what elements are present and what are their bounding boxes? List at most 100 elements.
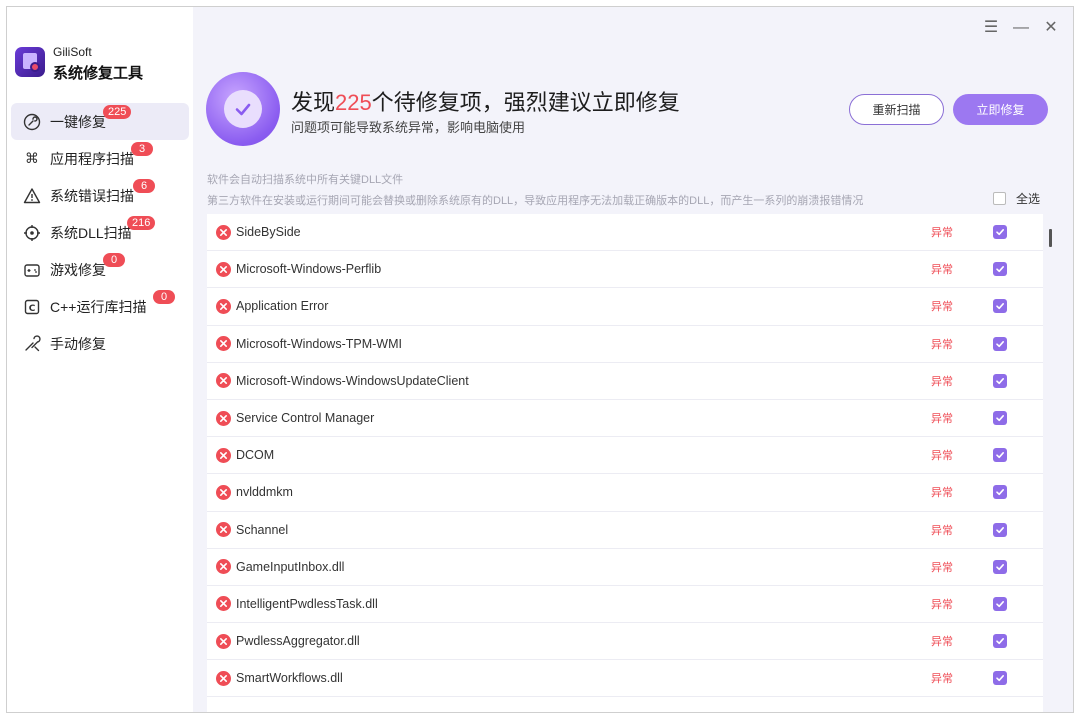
status-badge: 异常 [931, 487, 953, 500]
table-row[interactable]: Service Control Manager 异常 [207, 400, 1043, 438]
tools-icon [23, 334, 41, 353]
status-badge: 异常 [931, 264, 953, 277]
item-checkbox[interactable] [993, 634, 1007, 649]
sidebar-item-game-repair[interactable]: 游戏修复 0 [11, 251, 189, 288]
select-all-checkbox[interactable]: 全选 [993, 190, 1040, 207]
sidebar-item-label: 应用程序扫描 [50, 150, 134, 167]
table-row[interactable]: PwdlessAggregator.dll 异常 [207, 623, 1043, 661]
item-checkbox[interactable] [993, 373, 1007, 388]
status-badge: 异常 [931, 561, 953, 574]
status-badge: 异常 [931, 673, 953, 686]
item-name: Schannel [236, 522, 289, 537]
status-badge: 异常 [931, 375, 953, 388]
sidebar-nav: 一键修复 225 ⌘ 应用程序扫描 3 系统错误扫描 6 系统DLL扫描 216… [11, 103, 189, 362]
count-badge: 3 [131, 142, 153, 156]
target-icon [23, 224, 41, 242]
error-icon [216, 484, 231, 500]
item-checkbox[interactable] [993, 671, 1007, 686]
item-checkbox[interactable] [993, 596, 1007, 611]
count-badge: 0 [153, 290, 175, 304]
sidebar-item-dll-scan[interactable]: 系统DLL扫描 216 [11, 214, 189, 251]
status-badge: 异常 [931, 598, 953, 611]
item-checkbox[interactable] [993, 299, 1007, 314]
minimize-icon[interactable]: — [1013, 19, 1029, 37]
rescan-button[interactable]: 重新扫描 [849, 94, 944, 125]
sidebar-item-label: 一键修复 [50, 113, 106, 130]
svg-text:C: C [29, 303, 36, 313]
status-badge: 异常 [931, 524, 953, 537]
item-checkbox[interactable] [993, 559, 1007, 574]
item-checkbox[interactable] [993, 448, 1007, 463]
sidebar-item-one-click-repair[interactable]: 一键修复 225 [11, 103, 189, 140]
error-icon [216, 596, 231, 612]
item-name: GameInputInbox.dll [236, 559, 345, 574]
scrollbar[interactable] [1049, 229, 1052, 247]
brand: GiliSoft 系统修复工具 [15, 45, 191, 85]
gamepad-icon [23, 261, 41, 279]
error-icon [216, 261, 231, 277]
item-checkbox[interactable] [993, 262, 1007, 277]
sidebar-item-manual-repair[interactable]: 手动修复 [11, 325, 189, 362]
brand-title: 系统修复工具 [53, 65, 144, 82]
item-name: SmartWorkflows.dll [236, 671, 343, 686]
item-checkbox[interactable] [993, 485, 1007, 500]
sidebar-item-app-scan[interactable]: ⌘ 应用程序扫描 3 [11, 140, 189, 177]
brand-company: GiliSoft [53, 45, 92, 59]
table-row[interactable]: Schannel 异常 [207, 512, 1043, 549]
command-icon: ⌘ [25, 150, 39, 166]
item-name: Service Control Manager [236, 411, 375, 426]
count-badge: 6 [133, 179, 155, 193]
error-icon [216, 447, 231, 463]
app-window: GiliSoft 系统修复工具 一键修复 225 ⌘ 应用程序扫描 3 系统错误… [6, 6, 1074, 713]
sidebar-item-label: 手动修复 [50, 335, 106, 352]
count-badge: 225 [103, 105, 132, 119]
error-icon [216, 224, 231, 240]
table-row[interactable]: GameInputInbox.dll 异常 [207, 549, 1043, 586]
table-row[interactable]: SideBySide 异常 [207, 214, 1043, 252]
issue-count: 225 [335, 90, 372, 115]
shield-check-icon [206, 72, 280, 146]
item-checkbox[interactable] [993, 522, 1007, 537]
error-icon [216, 670, 231, 686]
item-name: Microsoft-Windows-Perflib [236, 262, 382, 277]
table-row[interactable]: Microsoft-Windows-Perflib 异常 [207, 251, 1043, 289]
table-row[interactable]: Microsoft-Windows-WindowsUpdateClient 异常 [207, 363, 1043, 400]
item-checkbox[interactable] [993, 336, 1007, 351]
error-icon [216, 559, 231, 575]
table-row[interactable]: IntelligentPwdlessTask.dll 异常 [207, 586, 1043, 624]
error-icon [216, 298, 231, 314]
main-panel: ☰ — ✕ 发现225个待修复项，强烈建议立即修复 问题项可能导致系统异常，影响… [193, 7, 1073, 712]
status-badge: 异常 [931, 450, 953, 463]
close-icon[interactable]: ✕ [1043, 19, 1059, 37]
item-name: SideBySide [236, 225, 301, 240]
count-badge: 216 [127, 216, 156, 230]
window-controls: ☰ — ✕ [983, 19, 1059, 37]
count-badge: 0 [103, 253, 125, 267]
info-text-1: 软件会自动扫描系统中所有关键DLL文件 [207, 174, 404, 186]
sidebar-item-label: 系统DLL扫描 [50, 224, 132, 241]
status-badge: 异常 [931, 413, 953, 426]
item-checkbox[interactable] [993, 411, 1007, 426]
status-badge: 异常 [931, 338, 953, 351]
c-box-icon: C [23, 298, 41, 316]
info-text-2: 第三方软件在安装或运行期间可能会替换或删除系统原有的DLL，导致应用程序无法加载… [207, 195, 864, 207]
sidebar-item-system-error-scan[interactable]: 系统错误扫描 6 [11, 177, 189, 214]
sidebar-item-cpp-runtime-scan[interactable]: C C++运行库扫描 0 [11, 288, 189, 325]
table-row[interactable]: Application Error 异常 [207, 288, 1043, 326]
checkbox-empty-icon [993, 192, 1006, 205]
item-name: Microsoft-Windows-WindowsUpdateClient [236, 373, 469, 388]
menu-icon[interactable]: ☰ [983, 19, 999, 37]
status-badge: 异常 [931, 227, 953, 240]
item-name: Application Error [236, 299, 329, 314]
table-row[interactable]: SmartWorkflows.dll 异常 [207, 660, 1043, 698]
table-row[interactable]: Microsoft-Windows-TPM-WMI 异常 [207, 326, 1043, 363]
table-row[interactable]: DCOM 异常 [207, 437, 1043, 475]
table-row[interactable]: nvlddmkm 异常 [207, 474, 1043, 512]
fix-now-button[interactable]: 立即修复 [953, 94, 1048, 125]
sidebar-item-label: 系统错误扫描 [50, 187, 134, 204]
item-checkbox[interactable] [993, 225, 1007, 240]
select-all-label: 全选 [1016, 192, 1041, 206]
issue-list: SideBySide 异常 Microsoft-Windows-Perflib 异常 A… [207, 214, 1043, 712]
warning-icon [23, 187, 41, 205]
item-name: PwdlessAggregator.dll [236, 634, 360, 649]
